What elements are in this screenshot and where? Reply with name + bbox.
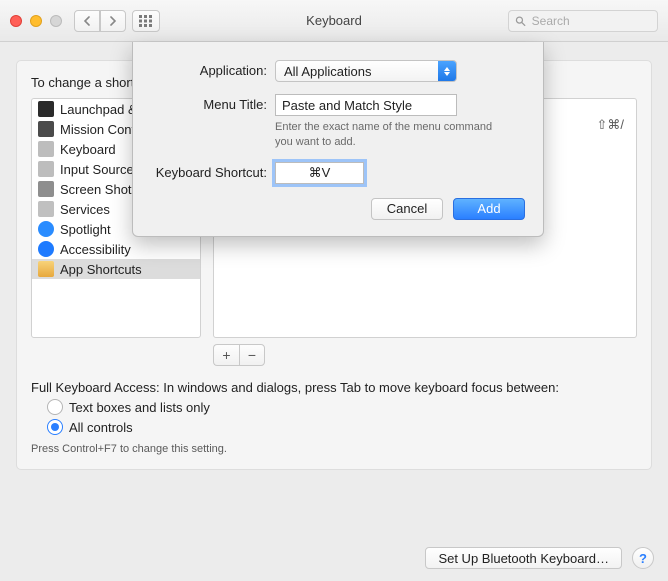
fka-option-text-lists[interactable]: Text boxes and lists only xyxy=(47,399,637,415)
sidebar-item-label: Keyboard xyxy=(60,142,116,157)
input-sources-icon xyxy=(38,161,54,177)
chevron-left-icon xyxy=(83,16,91,26)
mission-control-icon xyxy=(38,121,54,137)
menu-title-field[interactable]: Paste and Match Style xyxy=(275,94,457,116)
zoom-window-button xyxy=(50,15,62,27)
sidebar-item-label: Accessibility xyxy=(60,242,131,257)
application-selected: All Applications xyxy=(284,64,371,79)
full-keyboard-access-note: Full Keyboard Access: In windows and dia… xyxy=(31,380,637,395)
sidebar-item-label: Screen Shots xyxy=(60,182,138,197)
window-controls xyxy=(10,15,62,27)
minimize-window-button[interactable] xyxy=(30,15,42,27)
accessibility-icon xyxy=(38,241,54,257)
radio-on-icon xyxy=(47,419,63,435)
displayed-shortcut: ⇧⌘/ xyxy=(596,117,624,133)
keyboard-shortcut-label: Keyboard Shortcut: xyxy=(151,162,275,180)
plus-icon: + xyxy=(222,347,230,363)
help-button[interactable]: ? xyxy=(632,547,654,569)
cancel-button[interactable]: Cancel xyxy=(371,198,443,220)
search-icon xyxy=(515,15,526,27)
sidebar-item-label: Spotlight xyxy=(60,222,111,237)
keyboard-icon xyxy=(38,141,54,157)
sidebar-item-label: App Shortcuts xyxy=(60,262,142,277)
nav-buttons xyxy=(74,10,126,32)
chevron-right-icon xyxy=(109,16,117,26)
menu-title-help: Enter the exact name of the menu command… xyxy=(275,120,495,150)
fka-option-all-controls[interactable]: All controls xyxy=(47,419,637,435)
launchpad-icon xyxy=(38,101,54,117)
keyboard-shortcut-field[interactable]: ⌘V xyxy=(275,162,364,184)
help-icon: ? xyxy=(639,551,647,566)
title-bar: Keyboard xyxy=(0,0,668,42)
sidebar-item-label: Input Sources xyxy=(60,162,140,177)
services-icon xyxy=(38,201,54,217)
back-button[interactable] xyxy=(74,10,100,32)
fka-option-label: All controls xyxy=(69,420,133,435)
menu-title-value: Paste and Match Style xyxy=(282,98,412,113)
forward-button[interactable] xyxy=(100,10,126,32)
fka-hint: Press Control+F7 to change this setting. xyxy=(31,443,637,455)
spotlight-icon xyxy=(38,221,54,237)
popup-arrows-icon xyxy=(438,61,456,81)
setup-bluetooth-keyboard-button[interactable]: Set Up Bluetooth Keyboard… xyxy=(425,547,622,569)
add-button[interactable]: Add xyxy=(453,198,525,220)
screenshots-icon xyxy=(38,181,54,197)
add-remove-buttons: + − xyxy=(213,344,637,366)
radio-off-icon xyxy=(47,399,63,415)
add-shortcut-sheet: Application: All Applications Menu Title… xyxy=(132,42,544,237)
show-all-button[interactable] xyxy=(132,10,160,32)
close-window-button[interactable] xyxy=(10,15,22,27)
grid-icon xyxy=(139,15,153,27)
add-shortcut-button[interactable]: + xyxy=(213,344,239,366)
sidebar-item-app-shortcuts[interactable]: App Shortcuts xyxy=(32,259,200,279)
minus-icon: − xyxy=(248,347,256,363)
search-field-wrap[interactable] xyxy=(508,10,658,32)
search-input[interactable] xyxy=(530,13,651,29)
button-label: Cancel xyxy=(387,201,427,216)
app-shortcuts-icon xyxy=(38,261,54,277)
fka-option-label: Text boxes and lists only xyxy=(69,400,210,415)
button-label: Add xyxy=(477,201,500,216)
button-label: Set Up Bluetooth Keyboard… xyxy=(438,551,609,566)
menu-title-label: Menu Title: xyxy=(151,94,275,112)
remove-shortcut-button[interactable]: − xyxy=(239,344,265,366)
sidebar-item-accessibility[interactable]: Accessibility xyxy=(32,239,200,259)
shortcut-value: ⌘V xyxy=(309,165,331,181)
application-label: Application: xyxy=(151,60,275,78)
footer-bar: Set Up Bluetooth Keyboard… ? xyxy=(14,547,654,569)
application-popup[interactable]: All Applications xyxy=(275,60,457,82)
sidebar-item-label: Services xyxy=(60,202,110,217)
